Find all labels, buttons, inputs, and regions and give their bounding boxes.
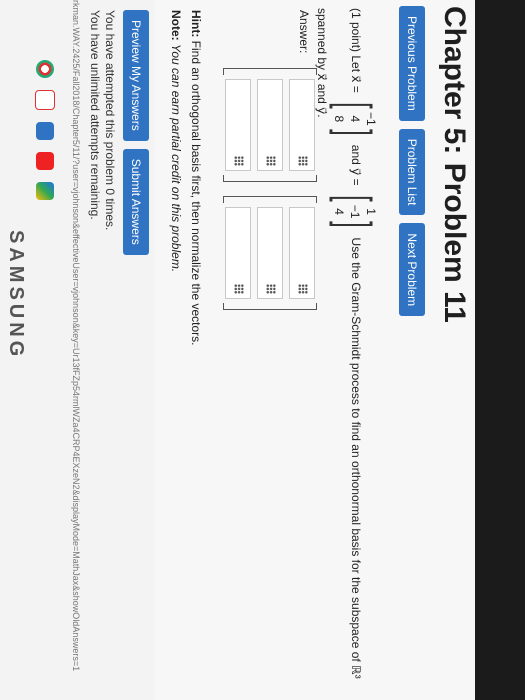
play-store-icon[interactable] xyxy=(36,182,54,200)
gmail-icon[interactable] xyxy=(35,90,55,110)
attempt-info: You have attempted this problem 0 times.… xyxy=(87,10,117,230)
x-entry: −1 xyxy=(364,111,378,126)
x-entry: 4 xyxy=(348,115,362,123)
matrix-icon xyxy=(234,284,244,294)
attempts-line: You have attempted this problem 0 times. xyxy=(103,10,117,231)
right-bracket-icon: ] xyxy=(329,221,381,228)
matrix-icon xyxy=(234,156,244,166)
answer-input[interactable] xyxy=(289,79,315,171)
previous-problem-button[interactable]: Previous Problem xyxy=(399,6,425,121)
answer-input[interactable] xyxy=(225,207,251,299)
y-label: and y⃗ = xyxy=(348,144,363,186)
next-problem-button[interactable]: Next Problem xyxy=(399,223,425,317)
hint: Hint: Find an orthogonal basis first, th… xyxy=(189,10,203,346)
hint-text: Find an orthogonal basis first, then nor… xyxy=(189,40,203,346)
submit-answers-button[interactable]: Submit Answers xyxy=(123,148,149,255)
answer-vectors xyxy=(223,68,317,310)
answer-area: Answer: xyxy=(217,8,317,648)
problem-nav: Previous Problem Problem List Next Probl… xyxy=(399,6,425,317)
preview-answers-button[interactable]: Preview My Answers xyxy=(123,10,149,141)
note-label: Note: xyxy=(169,10,183,41)
chrome-icon[interactable] xyxy=(36,60,54,78)
answer-input[interactable] xyxy=(257,207,283,299)
left-bracket-icon: [ xyxy=(329,195,381,202)
y-entry: −1 xyxy=(348,204,362,219)
matrix-icon xyxy=(298,156,308,166)
webwork-page: Chapter 5: Problem 11 Previous Problem P… xyxy=(155,0,475,700)
answer-input[interactable] xyxy=(225,79,251,171)
y-vector: [ 1 −1 4 ] xyxy=(329,192,381,231)
answer-vector-2 xyxy=(223,196,317,310)
answer-label: Answer: xyxy=(297,10,311,54)
hint-label: Hint: xyxy=(189,10,203,38)
docs-icon[interactable] xyxy=(36,122,54,140)
matrix-icon xyxy=(298,284,308,294)
answer-input[interactable] xyxy=(257,79,283,171)
matrix-icon xyxy=(266,284,276,294)
left-bracket-icon: [ xyxy=(329,102,381,109)
point-label: (1 point) Let xyxy=(348,8,363,73)
right-bracket-icon: ] xyxy=(329,128,381,136)
x-label: x⃗ = xyxy=(348,75,363,93)
problem-list-button[interactable]: Problem List xyxy=(399,128,425,216)
y-entry: 1 xyxy=(364,208,378,215)
screen: Chapter 5: Problem 11 Previous Problem P… xyxy=(0,0,475,700)
note: Note: You can earn partial credit on thi… xyxy=(169,10,183,272)
answer-input[interactable] xyxy=(289,207,315,299)
matrix-icon xyxy=(266,156,276,166)
remaining-line: You have unlimited attempts remaining. xyxy=(88,10,102,220)
x-entry: 8 xyxy=(332,115,346,123)
y-entry: 4 xyxy=(332,208,346,215)
samsung-logo: SAMSUNG xyxy=(5,230,27,361)
url-text: rkman.WAY.2425/Fall2018/Chapter5/11/?use… xyxy=(71,0,81,672)
page-title: Chapter 5: Problem 11 xyxy=(438,6,471,323)
answer-actions: Preview My Answers Submit Answers xyxy=(123,10,149,255)
youtube-icon[interactable] xyxy=(36,152,54,170)
x-vector: [ −1 4 8 ] xyxy=(329,99,381,138)
answer-vector-1 xyxy=(223,68,317,182)
taskbar xyxy=(35,60,55,200)
note-text: You can earn partial credit on this prob… xyxy=(169,44,183,273)
footer: Preview My Answers Submit Answers You ha… xyxy=(0,0,155,700)
problem-statement: (1 point) Let x⃗ = [ −1 4 8 ] and y⃗ = [… xyxy=(313,8,381,698)
